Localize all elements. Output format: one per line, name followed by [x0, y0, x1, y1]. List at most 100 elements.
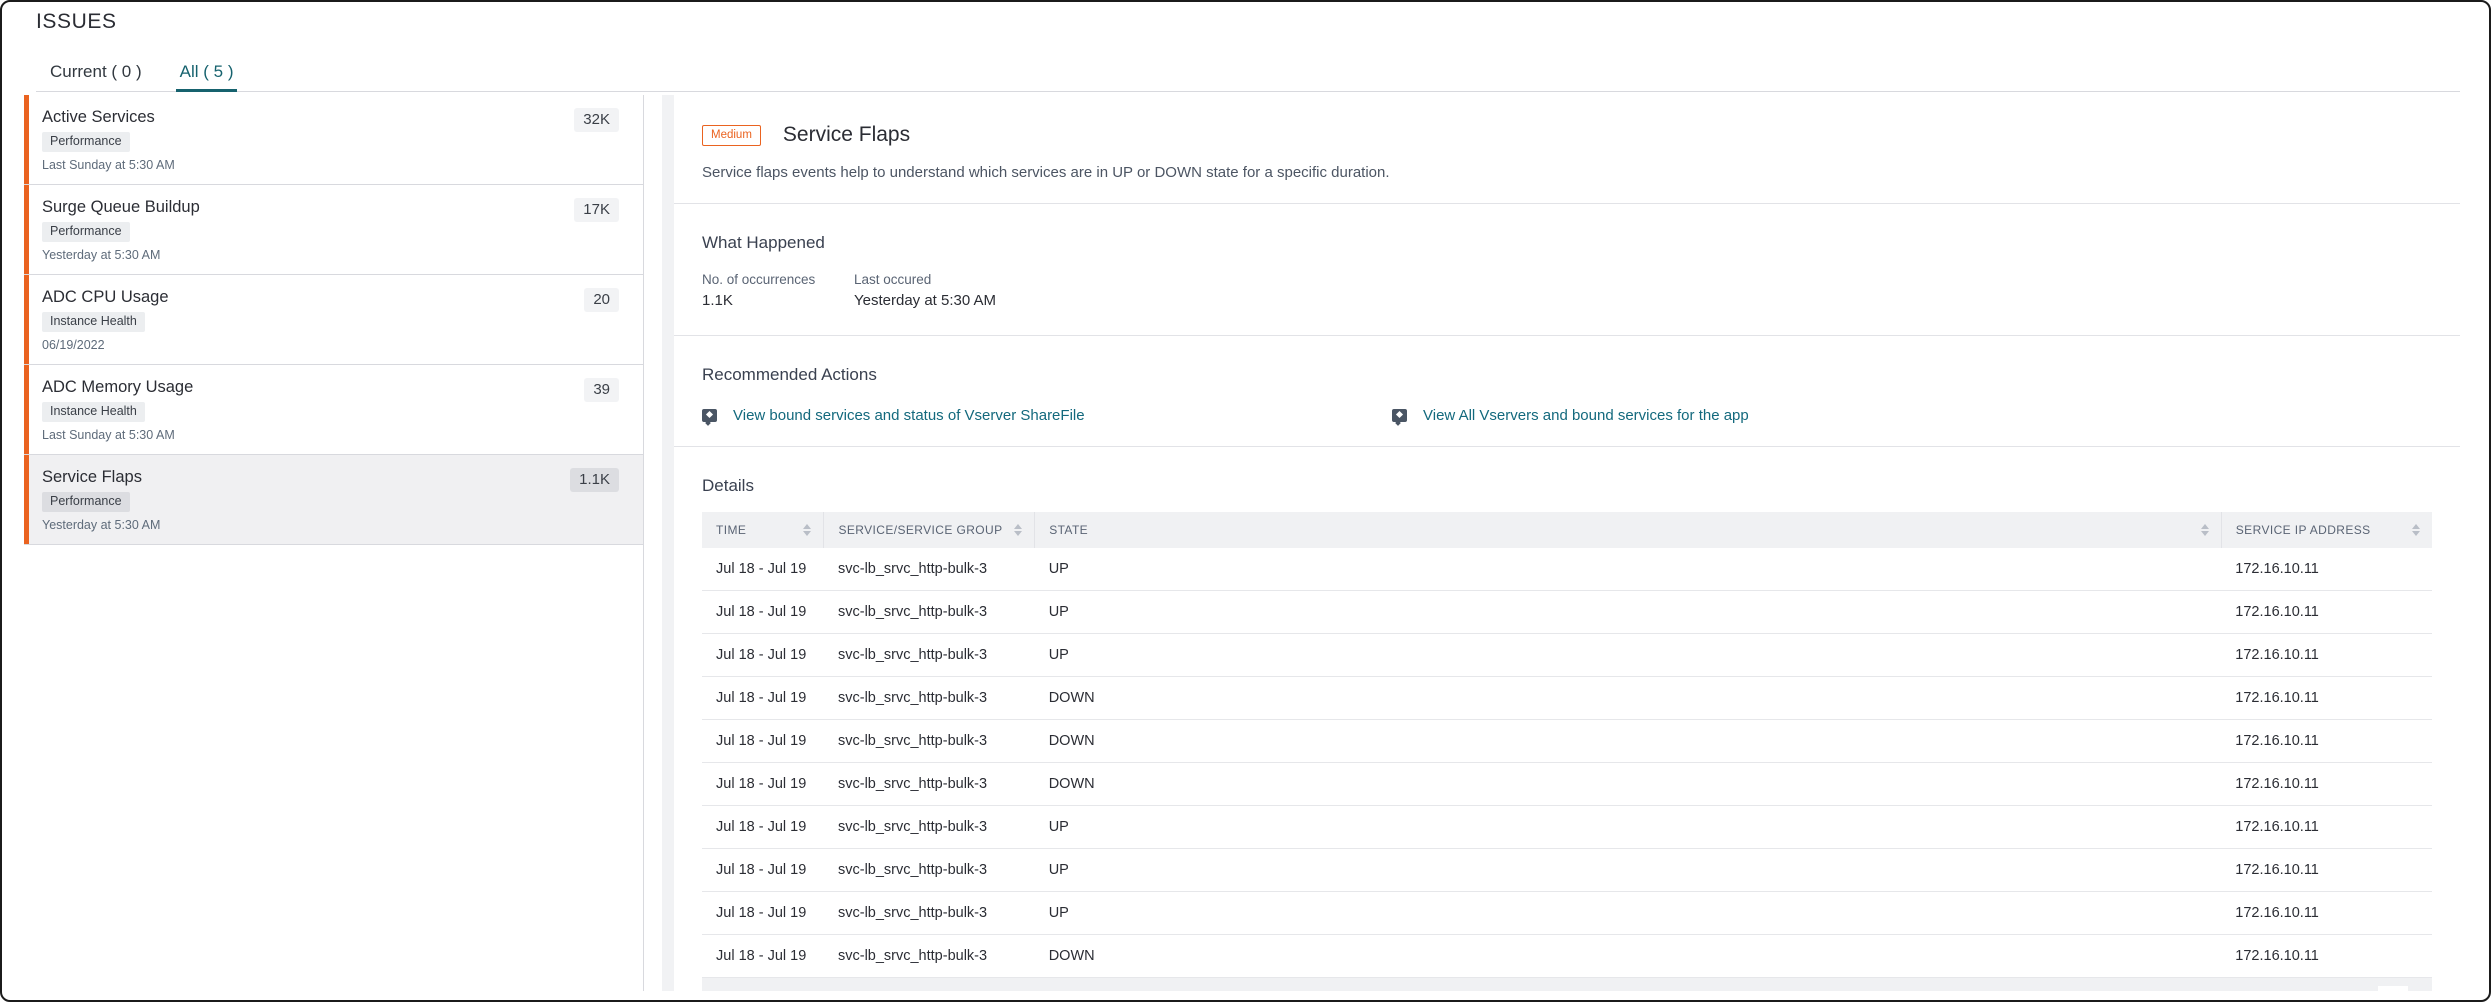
issue-timestamp: 06/19/2022: [42, 338, 105, 352]
details-table-wrap: TIME SERVICE/SERVICE GROUP STATE SERVICE…: [702, 512, 2432, 991]
issues-list: Active Services Performance Last Sunday …: [24, 95, 644, 991]
cell-state: UP: [1034, 891, 2222, 935]
issue-count-badge: 17K: [574, 198, 619, 222]
cell-state: UP: [1034, 548, 2222, 591]
issue-category-chip: Instance Health: [42, 312, 145, 332]
issue-category-chip: Performance: [42, 492, 130, 512]
cell-ip: 172.16.10.11: [2221, 633, 2432, 677]
cell-service: svc-lb_srvc_http-bulk-3: [823, 891, 1035, 935]
column-header-label: SERVICE/SERVICE GROUP: [838, 523, 1003, 537]
table-row[interactable]: Jul 18 - Jul 19 svc-lb_srvc_http-bulk-3 …: [702, 848, 2432, 892]
details-heading: Details: [702, 476, 754, 495]
column-header-service-ip[interactable]: SERVICE IP ADDRESS: [2221, 512, 2432, 548]
sort-icon[interactable]: [2200, 524, 2209, 536]
what-happened-heading: What Happened: [702, 233, 825, 252]
issue-title: Service Flaps: [42, 468, 142, 486]
table-row[interactable]: Jul 18 - Jul 19 svc-lb_srvc_http-bulk-3 …: [702, 934, 2432, 978]
table-row[interactable]: Jul 18 - Jul 19 svc-lb_srvc_http-bulk-3 …: [702, 891, 2432, 935]
cell-time: Jul 18 - Jul 19: [702, 633, 824, 677]
cell-service: svc-lb_srvc_http-bulk-3: [823, 548, 1035, 591]
issue-detail-card: Medium Service Flaps Service flaps event…: [674, 95, 2460, 991]
issue-count-badge: 39: [584, 378, 619, 402]
cell-time: Jul 18 - Jul 19: [702, 548, 824, 591]
recommended-action-label[interactable]: View All Vservers and bound services for…: [1423, 407, 1749, 424]
issue-count-badge: 20: [584, 288, 619, 312]
cell-state: UP: [1034, 805, 2222, 849]
table-row[interactable]: Jul 18 - Jul 19 svc-lb_srvc_http-bulk-3 …: [702, 633, 2432, 677]
cell-state: DOWN: [1034, 719, 2222, 763]
table-row[interactable]: Jul 18 - Jul 19 svc-lb_srvc_http-bulk-3 …: [702, 762, 2432, 806]
details-table-body: Jul 18 - Jul 19 svc-lb_srvc_http-bulk-3 …: [702, 548, 2432, 978]
cell-ip: 172.16.10.11: [2221, 719, 2432, 763]
issue-item-body: Service Flaps Performance Yesterday at 5…: [42, 467, 570, 532]
issue-tabs: Current ( 0 ) All ( 5 ): [36, 54, 2460, 92]
occurrences-field: No. of occurrences 1.1K: [702, 272, 854, 309]
recommended-action-label[interactable]: View bound services and status of Vserve…: [733, 407, 1085, 424]
table-row[interactable]: Jul 18 - Jul 19 svc-lb_srvc_http-bulk-3 …: [702, 805, 2432, 849]
column-header-service[interactable]: SERVICE/SERVICE GROUP: [823, 512, 1036, 548]
cell-state: UP: [1034, 848, 2222, 892]
issue-timestamp: Last Sunday at 5:30 AM: [42, 428, 175, 442]
table-pagination: Showing 1-10 of 1122 items Page 1 of 113: [702, 978, 2432, 991]
table-row[interactable]: Jul 18 - Jul 19 svc-lb_srvc_http-bulk-3 …: [702, 548, 2432, 591]
issues-app: ISSUES Current ( 0 ) All ( 5 ) Active Se…: [0, 0, 2491, 1002]
table-row[interactable]: Jul 18 - Jul 19 svc-lb_srvc_http-bulk-3 …: [702, 719, 2432, 763]
severity-badge: Medium: [702, 124, 761, 146]
cell-service: svc-lb_srvc_http-bulk-3: [823, 934, 1035, 978]
detail-title: Service Flaps: [782, 123, 911, 146]
tab-all[interactable]: All ( 5 ): [166, 62, 248, 92]
cell-ip: 172.16.10.11: [2221, 762, 2432, 806]
detail-sections: What Happened No. of occurrences 1.1K La…: [674, 233, 2460, 991]
issue-item-body: ADC Memory Usage Instance Health Last Su…: [42, 377, 584, 442]
details-table-head: TIME SERVICE/SERVICE GROUP STATE SERVICE…: [702, 512, 2432, 548]
recommended-action-2[interactable]: View All Vservers and bound services for…: [1392, 407, 1749, 424]
tab-current[interactable]: Current ( 0 ): [36, 62, 156, 91]
last-occured-value: Yesterday at 5:30 AM: [854, 292, 997, 309]
issue-item-body: ADC CPU Usage Instance Health 06/19/2022: [42, 287, 584, 352]
issue-list-item-surge-queue-buildup[interactable]: Surge Queue Buildup Performance Yesterda…: [24, 185, 643, 275]
next-page-button[interactable]: [2378, 986, 2408, 991]
detail-title-row: Medium Service Flaps: [702, 123, 2432, 147]
table-row[interactable]: Jul 18 - Jul 19 svc-lb_srvc_http-bulk-3 …: [702, 676, 2432, 720]
sort-icon[interactable]: [803, 524, 812, 536]
issue-item-body: Surge Queue Buildup Performance Yesterda…: [42, 197, 574, 262]
column-header-state[interactable]: STATE: [1034, 512, 2222, 548]
recommended-action-1[interactable]: View bound services and status of Vserve…: [702, 407, 1392, 424]
cell-time: Jul 18 - Jul 19: [702, 934, 824, 978]
page-title: ISSUES: [36, 10, 117, 33]
issue-list-item-active-services[interactable]: Active Services Performance Last Sunday …: [24, 95, 643, 185]
recommended-actions-heading: Recommended Actions: [702, 365, 877, 384]
issue-list-item-adc-cpu-usage[interactable]: ADC CPU Usage Instance Health 06/19/2022…: [24, 275, 643, 365]
recommended-actions-list: View bound services and status of Vserve…: [674, 407, 2460, 447]
issue-timestamp: Yesterday at 5:30 AM: [42, 518, 161, 532]
external-link-icon: [1392, 409, 1407, 422]
column-header-time[interactable]: TIME: [702, 512, 825, 548]
issue-title: Active Services: [42, 108, 155, 126]
table-row[interactable]: Jul 18 - Jul 19 svc-lb_srvc_http-bulk-3 …: [702, 590, 2432, 634]
cell-ip: 172.16.10.11: [2221, 805, 2432, 849]
issue-list-item-adc-memory-usage[interactable]: ADC Memory Usage Instance Health Last Su…: [24, 365, 643, 455]
cell-state: UP: [1034, 590, 2222, 634]
cell-state: UP: [1034, 633, 2222, 677]
issue-list-item-service-flaps[interactable]: Service Flaps Performance Yesterday at 5…: [24, 455, 643, 545]
issue-count-badge: 1.1K: [570, 468, 619, 492]
last-occured-label: Last occured: [854, 272, 932, 287]
cell-time: Jul 18 - Jul 19: [702, 805, 824, 849]
sort-icon[interactable]: [2412, 524, 2420, 536]
cell-state: DOWN: [1034, 934, 2222, 978]
details-header-row: TIME SERVICE/SERVICE GROUP STATE SERVICE…: [702, 512, 2432, 548]
last-occured-field: Last occured Yesterday at 5:30 AM: [854, 272, 996, 309]
cell-time: Jul 18 - Jul 19: [702, 676, 824, 720]
cell-service: svc-lb_srvc_http-bulk-3: [823, 590, 1035, 634]
cell-time: Jul 18 - Jul 19: [702, 848, 824, 892]
issue-title: Surge Queue Buildup: [42, 198, 200, 216]
issue-category-chip: Performance: [42, 132, 130, 152]
cell-state: DOWN: [1034, 762, 2222, 806]
cell-time: Jul 18 - Jul 19: [702, 590, 824, 634]
cell-service: svc-lb_srvc_http-bulk-3: [823, 633, 1035, 677]
previous-page-button[interactable]: [2326, 986, 2356, 991]
cell-time: Jul 18 - Jul 19: [702, 719, 824, 763]
issue-timestamp: Yesterday at 5:30 AM: [42, 248, 161, 262]
cell-service: svc-lb_srvc_http-bulk-3: [823, 805, 1035, 849]
sort-icon[interactable]: [1014, 524, 1023, 536]
